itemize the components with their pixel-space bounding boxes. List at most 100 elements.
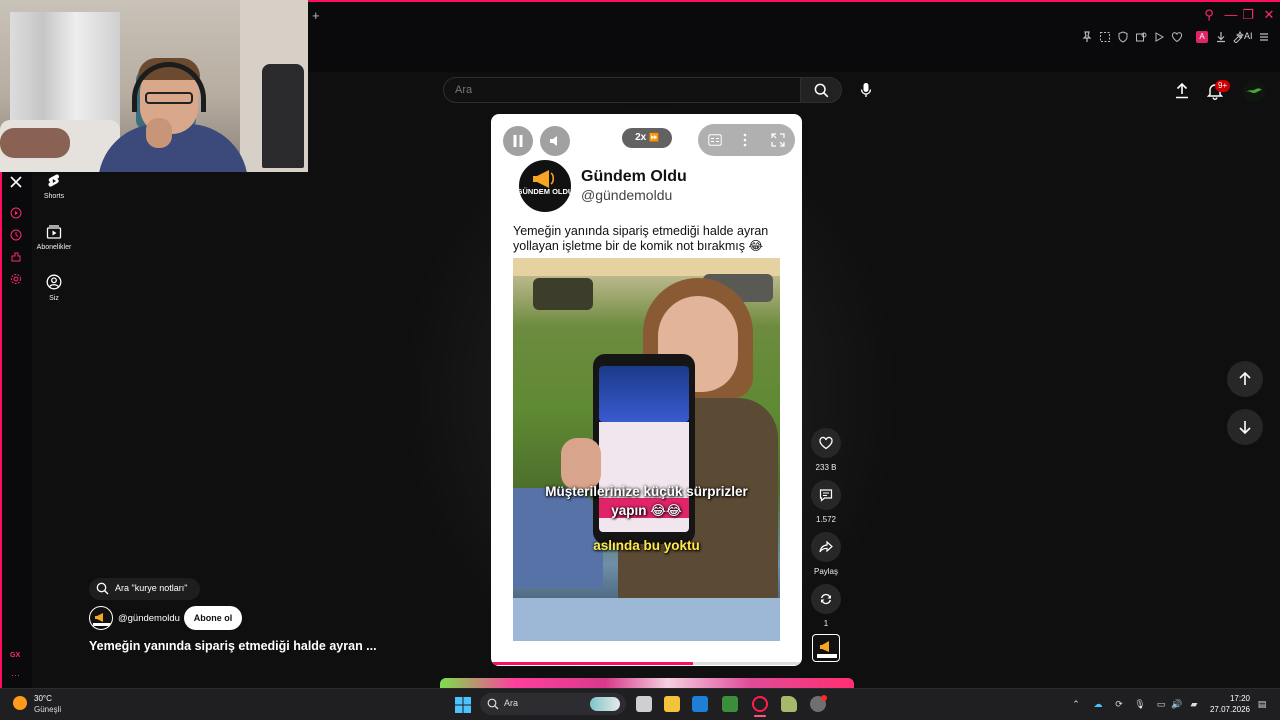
weather-description[interactable]: Güneşli <box>34 705 61 714</box>
search-suggestion-chip[interactable]: Ara "kurye notları" <box>89 578 200 600</box>
opera-gx-icon[interactable] <box>752 696 768 712</box>
comment-count: 1.572 <box>815 515 837 524</box>
weather-temperature[interactable]: 30°C <box>34 694 52 703</box>
account-avatar[interactable] <box>1243 80 1265 102</box>
download-icon[interactable] <box>1215 31 1227 43</box>
onedrive-icon[interactable]: ☁ <box>1092 698 1104 710</box>
sync-icon[interactable]: ⟳ <box>1113 698 1125 710</box>
nav-you[interactable]: Siz <box>40 273 68 307</box>
microphone-tray-icon[interactable]: 🎙 <box>1134 698 1146 710</box>
fullscreen-icon[interactable] <box>771 133 785 147</box>
volume-button[interactable] <box>540 126 570 156</box>
aria-ai-icon[interactable] <box>1232 31 1244 43</box>
tray-overflow-icon[interactable]: ⌃ <box>1070 698 1082 710</box>
webcam-coat <box>262 64 304 168</box>
settings-icon[interactable] <box>10 273 22 285</box>
profile-icon[interactable]: A <box>1196 31 1208 43</box>
taskbar-search-label: Ara <box>504 698 519 708</box>
taskbar-search[interactable]: Ara <box>480 693 626 715</box>
battery-icon[interactable]: ▰ <box>1188 698 1200 710</box>
player-sidebar-icon[interactable] <box>10 207 22 219</box>
heart-outline-icon <box>819 436 833 450</box>
remix-button[interactable] <box>811 584 841 614</box>
webcam-hand <box>146 118 172 148</box>
video-frame[interactable]: Müşterilerinize küçük sürprizler yapın 😂… <box>513 258 780 641</box>
captions-icon[interactable] <box>708 134 722 146</box>
subtitle-line-3: aslında bu yoktu <box>593 538 700 553</box>
remix-icon <box>821 593 831 605</box>
subscribe-button[interactable]: Abone ol <box>184 606 242 630</box>
upload-icon[interactable] <box>1173 82 1191 100</box>
pause-button[interactable] <box>503 126 533 156</box>
next-short-button[interactable] <box>1227 409 1263 445</box>
nav-subscriptions[interactable]: Abonelikler <box>34 222 74 256</box>
speaker-icon[interactable]: 🔊 <box>1171 698 1183 710</box>
minecraft-icon[interactable] <box>722 696 738 712</box>
search-icon <box>814 83 829 98</box>
microphone-icon <box>860 83 872 97</box>
comments-button[interactable] <box>811 480 841 510</box>
clock-time[interactable]: 17:20 <box>1208 694 1250 703</box>
phone-screen-video <box>599 366 689 422</box>
you-icon <box>46 274 62 290</box>
webcam-glasses <box>145 92 193 104</box>
x-twitter-icon[interactable] <box>9 175 23 189</box>
pin-icon[interactable] <box>1081 31 1093 43</box>
new-tab-button[interactable]: + <box>312 8 324 23</box>
history-icon[interactable] <box>10 229 22 241</box>
sound-channel-avatar[interactable] <box>812 634 840 662</box>
fast-forward-icon: ⏩ <box>648 133 659 142</box>
channel-handle-link[interactable]: @gündemoldu <box>118 613 180 624</box>
extensions-icon[interactable] <box>1135 31 1147 43</box>
snapshot-icon[interactable] <box>1099 31 1111 43</box>
volume-icon <box>550 136 557 146</box>
menu-icon[interactable] <box>1258 31 1270 43</box>
nav-you-label: Siz <box>49 295 59 302</box>
maximize-button[interactable]: ❐ <box>1241 8 1255 22</box>
shorts-icon <box>48 174 60 187</box>
arrow-down-icon <box>1239 421 1251 435</box>
gx-sidebar <box>0 172 32 688</box>
playback-speed-badge[interactable]: 2x ⏩ <box>622 128 672 148</box>
browser-search-icon[interactable]: ⚲ <box>1202 8 1216 22</box>
hand-left <box>561 438 601 490</box>
windows-start-icon[interactable] <box>455 697 471 713</box>
playback-speed-value: 2x <box>635 132 647 143</box>
gx-label[interactable]: GX <box>10 652 20 659</box>
notification-center-icon[interactable]: ▤ <box>1256 698 1268 710</box>
shorts-player[interactable]: 2x ⏩ GÜNDEM OLDU Gündem Oldu @gündemoldu… <box>491 114 802 666</box>
background-people <box>533 278 593 310</box>
suggestion-search-icon <box>96 582 109 595</box>
notification-badge: 9+ <box>1215 80 1231 92</box>
like-button[interactable] <box>811 428 841 458</box>
close-button[interactable]: ✕ <box>1262 8 1276 22</box>
task-view-icon[interactable] <box>636 696 652 712</box>
ai-label[interactable]: AI <box>1244 31 1253 41</box>
previous-short-button[interactable] <box>1227 361 1263 397</box>
subtitle-line-2: yapın 😂😂 <box>611 503 682 518</box>
shield-icon[interactable] <box>1117 31 1129 43</box>
channel-handle: @gündemoldu <box>581 187 673 203</box>
player-icon[interactable] <box>1153 31 1165 43</box>
post-caption: Yemeğin yanında sipariş etmediği halde a… <box>513 224 769 253</box>
store-app-icon[interactable] <box>692 696 708 712</box>
nav-shorts-label: Shorts <box>43 193 65 200</box>
arrow-up-icon <box>1239 371 1251 385</box>
screen: + ⚲ — ❐ ✕ A AI GX ··· Shorts Abonelikler… <box>0 0 1280 720</box>
share-button[interactable] <box>811 532 841 562</box>
heart-icon[interactable] <box>1171 31 1183 43</box>
share-arrow-icon <box>819 540 833 553</box>
nav-shorts[interactable]: Shorts <box>40 172 68 206</box>
clock-date[interactable]: 27.07.2026 <box>1208 705 1250 714</box>
weather-sun-icon[interactable] <box>13 696 27 710</box>
comment-icon <box>819 489 833 502</box>
minimize-button[interactable]: — <box>1224 8 1238 22</box>
more-dots-icon[interactable]: ··· <box>11 670 20 680</box>
display-icon[interactable]: ▭ <box>1155 698 1167 710</box>
more-options-icon[interactable] <box>743 133 747 147</box>
short-title[interactable]: Yemeğin yanında sipariş etmediği halde a… <box>89 639 377 653</box>
extensions-sidebar-icon[interactable] <box>10 251 22 263</box>
channel-avatar[interactable] <box>89 606 113 630</box>
file-explorer-icon[interactable] <box>664 696 680 712</box>
app-icon-green[interactable] <box>781 696 797 712</box>
